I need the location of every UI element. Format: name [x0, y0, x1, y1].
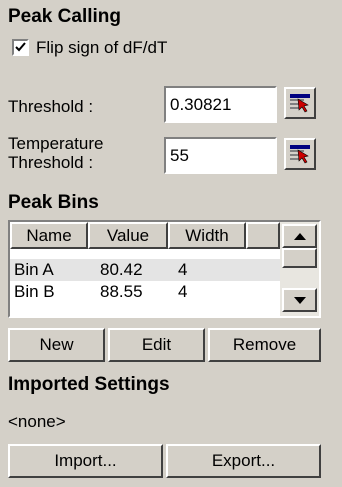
imported-settings-heading: Imported Settings	[8, 374, 170, 395]
bin-value: 80.42	[100, 260, 143, 279]
remove-button[interactable]: Remove	[208, 328, 321, 362]
flip-sign-label: Flip sign of dF/dT	[36, 38, 168, 57]
scroll-thumb[interactable]	[282, 248, 317, 268]
imported-settings-value: <none>	[8, 412, 66, 431]
column-header-filler	[246, 222, 280, 249]
import-button[interactable]: Import...	[8, 444, 163, 478]
peak-bins-heading: Peak Bins	[8, 192, 99, 213]
temp-threshold-value: 55	[170, 145, 189, 165]
export-button[interactable]: Export...	[166, 444, 321, 478]
threshold-input[interactable]: 0.30821	[164, 86, 277, 123]
arrow-down-icon	[293, 296, 306, 304]
temp-threshold-label-1: Temperature	[8, 134, 104, 153]
list-item[interactable]: Bin B 88.55 4	[10, 281, 280, 303]
temp-threshold-input[interactable]: 55	[164, 137, 277, 174]
bin-name: Bin A	[14, 260, 54, 279]
peak-calling-heading: Peak Calling	[8, 6, 121, 27]
vertical-scrollbar[interactable]	[280, 222, 319, 316]
bin-width: 4	[178, 282, 188, 301]
column-header-name[interactable]: Name	[10, 222, 88, 249]
list-header: Name Value Width	[10, 222, 280, 249]
bin-width: 4	[178, 260, 188, 279]
column-header-width[interactable]: Width	[168, 222, 246, 249]
arrow-up-icon	[293, 232, 306, 240]
temp-threshold-pick-button[interactable]	[284, 138, 316, 170]
threshold-value: 0.30821	[170, 94, 232, 114]
flip-sign-checkbox[interactable]	[12, 39, 29, 56]
scroll-down-button[interactable]	[282, 288, 317, 312]
scroll-up-button[interactable]	[282, 224, 317, 248]
temp-threshold-label-2: Threshold :	[8, 153, 94, 172]
peak-bins-list[interactable]: Name Value Width Bin A 80.42 4 Bin B 88.…	[8, 220, 321, 318]
new-button[interactable]: New	[8, 328, 105, 362]
checkmark-icon	[15, 42, 26, 52]
edit-button[interactable]: Edit	[108, 328, 205, 362]
cursor-pick-icon	[290, 94, 310, 113]
threshold-pick-button[interactable]	[284, 87, 316, 119]
bin-name: Bin B	[14, 282, 55, 301]
column-header-value[interactable]: Value	[88, 222, 168, 249]
threshold-label: Threshold :	[8, 97, 94, 116]
bin-value: 88.55	[100, 282, 143, 301]
cursor-pick-icon	[290, 145, 310, 164]
list-item[interactable]: Bin A 80.42 4	[10, 259, 280, 281]
